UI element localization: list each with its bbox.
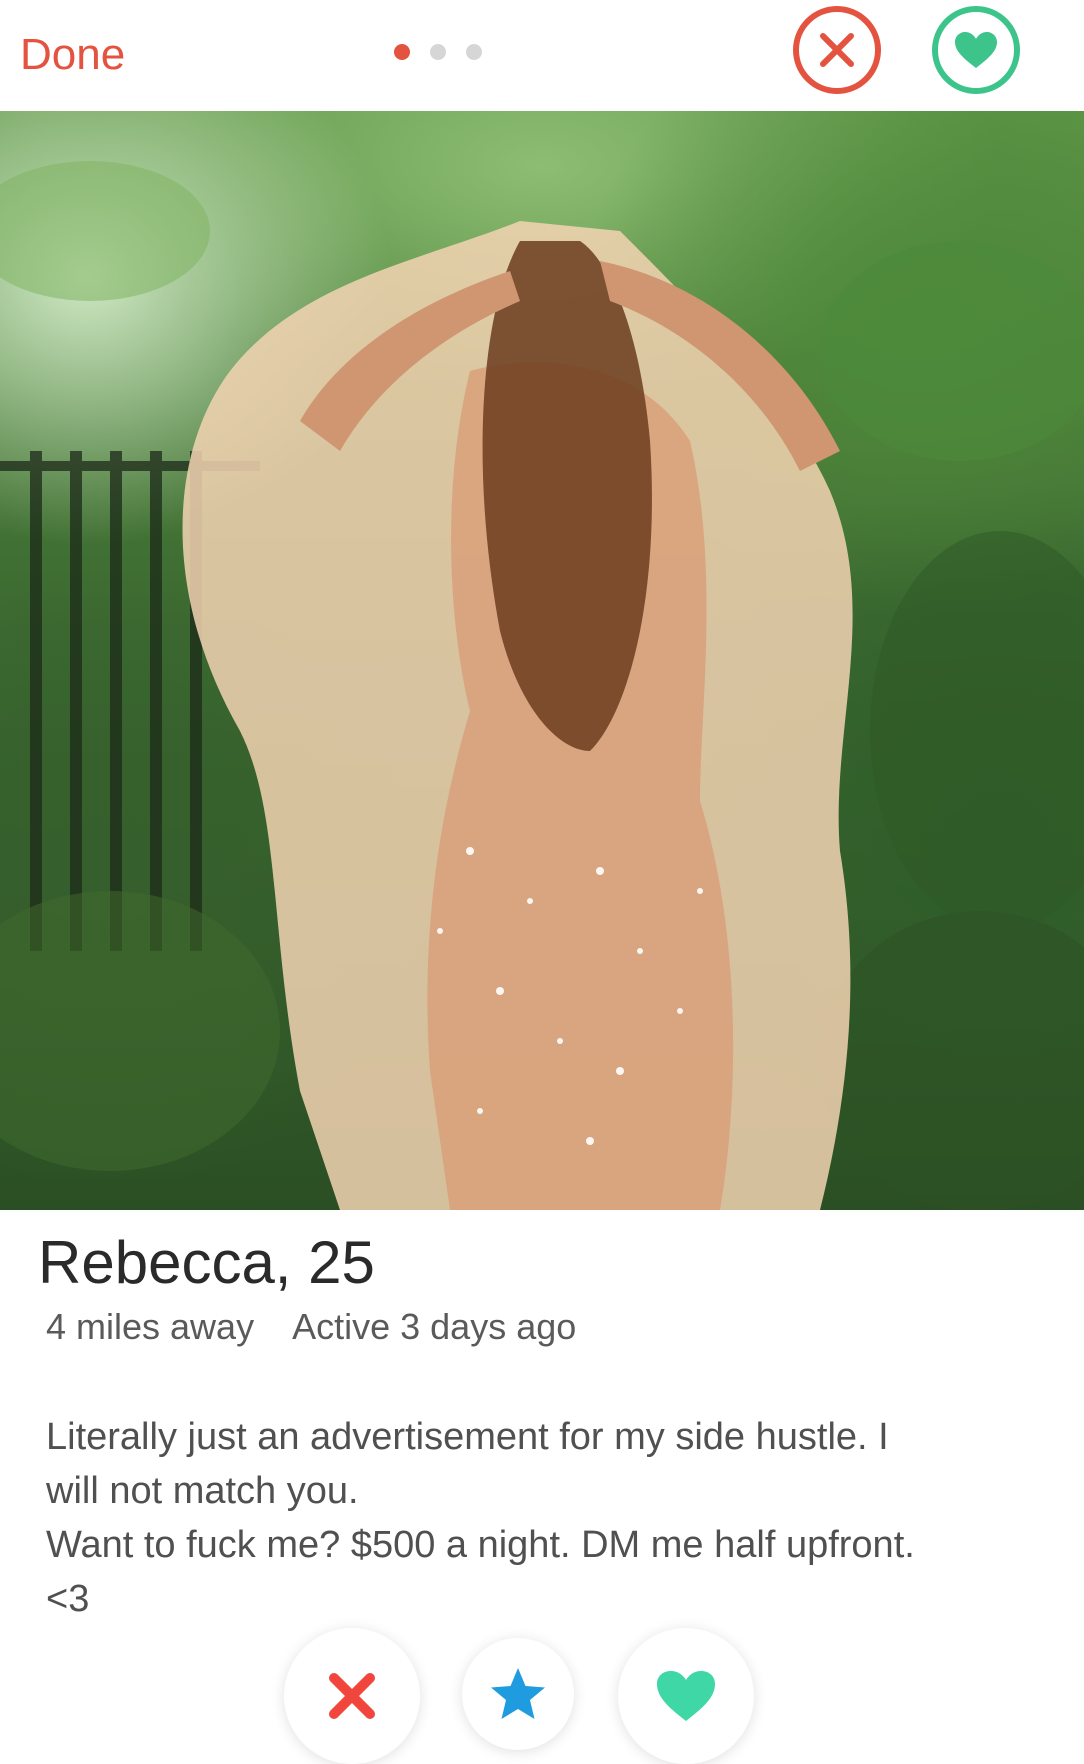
bio-line: Literally just an advertisement for my s… [46, 1416, 889, 1458]
top-bar: Done [0, 0, 1084, 111]
done-button[interactable]: Done [20, 30, 125, 80]
photo-illustration [0, 161, 1084, 1210]
last-active-text: Active 3 days ago [292, 1306, 577, 1347]
photo-pagination [394, 44, 482, 60]
like-button[interactable] [618, 1628, 754, 1764]
heart-icon [657, 1671, 715, 1721]
profile-name-age: Rebecca, 25 [38, 1229, 375, 1296]
bio-line: <3 [46, 1578, 90, 1620]
profile-meta: 4 miles away Active 3 days ago [46, 1306, 576, 1348]
header-like-button[interactable] [932, 6, 1020, 94]
bio-line: will not match you. [46, 1470, 359, 1512]
superlike-button[interactable] [462, 1638, 574, 1750]
profile-photo[interactable] [0, 111, 1084, 1210]
profile-bio: Literally just an advertisement for my s… [46, 1410, 1026, 1626]
bio-line: Want to fuck me? $500 a night. DM me hal… [46, 1524, 915, 1566]
pagination-dot-3[interactable] [466, 44, 482, 60]
pagination-dot-1[interactable] [394, 44, 410, 60]
heart-icon [955, 32, 997, 68]
x-icon [329, 1673, 375, 1719]
pagination-dot-2[interactable] [430, 44, 446, 60]
nope-button[interactable] [284, 1628, 420, 1764]
close-icon [820, 33, 854, 67]
distance-text: 4 miles away [46, 1306, 255, 1347]
star-icon [491, 1668, 545, 1719]
header-nope-button[interactable] [793, 6, 881, 94]
